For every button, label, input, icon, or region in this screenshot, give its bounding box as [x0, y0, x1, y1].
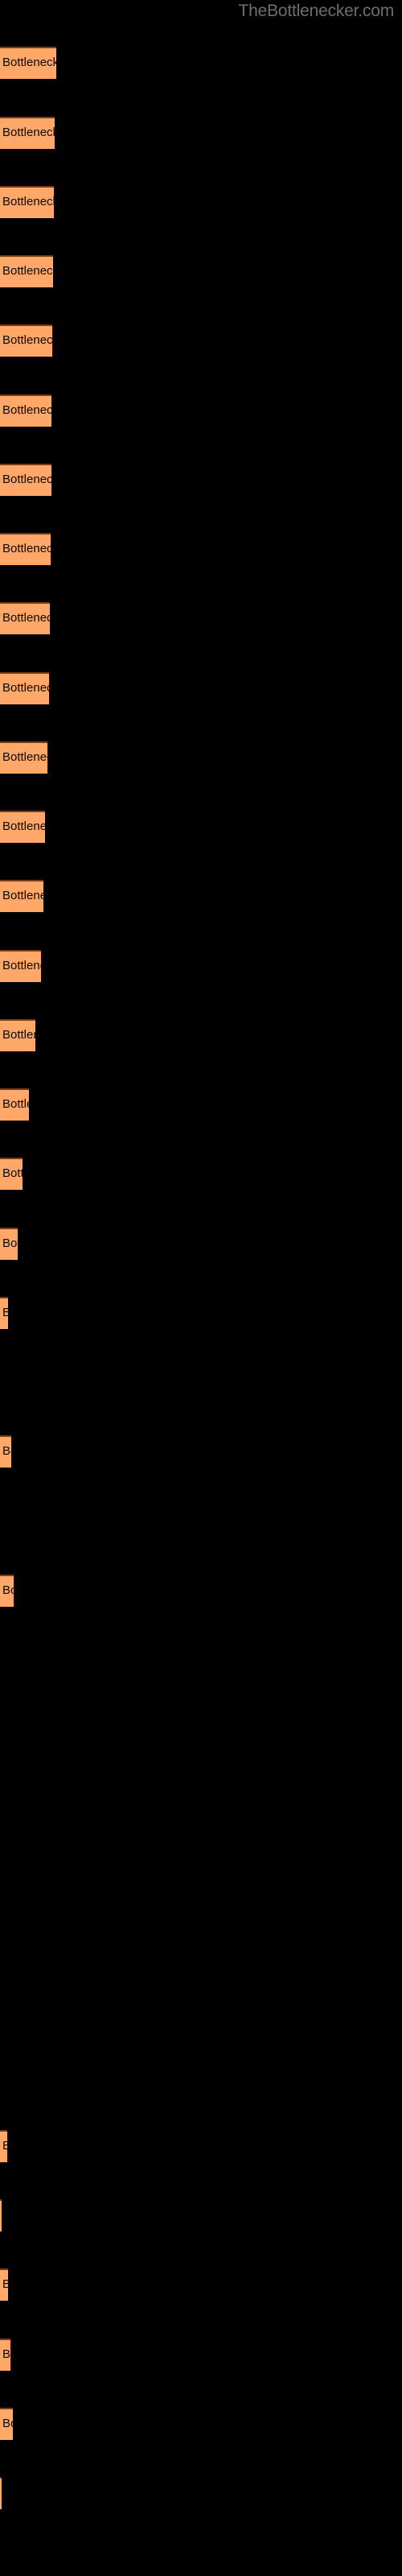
bar-label: Bottleneck result — [2, 1583, 14, 1597]
bar-label: Bottleneck result — [2, 56, 56, 69]
bar-label: Bottleneck result — [2, 1236, 18, 1250]
bar[interactable]: Bottleneck result — [0, 2477, 2, 2509]
bar[interactable]: Bottleneck result — [0, 1019, 35, 1051]
bar[interactable]: Bottleneck result — [0, 1158, 23, 1190]
bar-label: Bottleneck result — [2, 1444, 11, 1458]
bar-label: Bottleneck result — [2, 2139, 7, 2153]
bar-label: Bottleneck result — [2, 2277, 8, 2292]
bar[interactable]: Bottleneck result — [0, 741, 47, 774]
bar-label: Bottleneck result — [2, 1166, 23, 1180]
bar[interactable]: Bottleneck result — [0, 394, 51, 427]
bar-label: Bottleneck result — [2, 473, 51, 486]
bar[interactable]: Bottleneck result — [0, 464, 51, 496]
bar-label: Bottleneck result — [2, 1306, 8, 1320]
bar[interactable]: Bottleneck result — [0, 602, 50, 634]
bar[interactable]: Bottleneck result — [0, 1435, 11, 1468]
bar-label: Bottleneck result — [2, 195, 54, 208]
bar-label: Bottleneck result — [2, 750, 47, 764]
bar[interactable]: Bottleneck result — [0, 533, 51, 565]
bar-label: Bottleneck result — [2, 681, 49, 695]
bar-label: Bottleneck result — [2, 611, 50, 625]
bar[interactable]: Bottleneck result — [0, 2408, 13, 2440]
bar-label: Bottleneck result — [2, 542, 51, 555]
bar[interactable]: Bottleneck result — [0, 880, 43, 912]
bar-label: Bottleneck result — [2, 2347, 10, 2361]
bar-label: Bottleneck result — [2, 126, 55, 139]
bar[interactable]: Bottleneck result — [0, 186, 54, 218]
bar-label: Bottleneck result — [2, 403, 51, 417]
bar[interactable]: Bottleneck result — [0, 2268, 8, 2301]
bar-label: Bottleneck result — [2, 333, 52, 347]
bar-label: Bottleneck result — [2, 819, 45, 833]
bar-label: Bottleneck result — [2, 264, 53, 278]
bar[interactable]: Bottleneck result — [0, 255, 53, 287]
bar[interactable]: Bottleneck result — [0, 672, 49, 704]
bar[interactable]: Bottleneck result — [0, 2339, 10, 2371]
bar[interactable]: Bottleneck result — [0, 1088, 29, 1121]
bar[interactable]: Bottleneck result — [0, 1575, 14, 1607]
bar-label: Bottleneck result — [2, 1097, 29, 1111]
bar-label: Bottleneck result — [2, 889, 43, 902]
bar[interactable]: Bottleneck result — [0, 47, 56, 79]
bar[interactable]: Bottleneck result — [0, 324, 52, 357]
site-watermark: TheBottlenecker.com — [238, 2, 395, 20]
bar-label: Bottleneck result — [2, 2417, 13, 2430]
bar[interactable]: Bottleneck result — [0, 2199, 2, 2231]
bar-chart-canvas: TheBottlenecker.com Bottleneck result Bot… — [0, 0, 402, 2576]
bar[interactable]: Bottleneck result — [0, 1228, 18, 1260]
bar[interactable]: Bottleneck result — [0, 1297, 8, 1329]
bar-label: Bottleneck result — [2, 959, 41, 972]
bar[interactable]: Bottleneck result — [0, 811, 45, 843]
bar[interactable]: Bottleneck result — [0, 950, 41, 982]
bar[interactable]: Bottleneck result — [0, 117, 55, 149]
bar-label: Bottleneck result — [2, 1028, 35, 1042]
bar[interactable]: Bottleneck result — [0, 2130, 7, 2162]
